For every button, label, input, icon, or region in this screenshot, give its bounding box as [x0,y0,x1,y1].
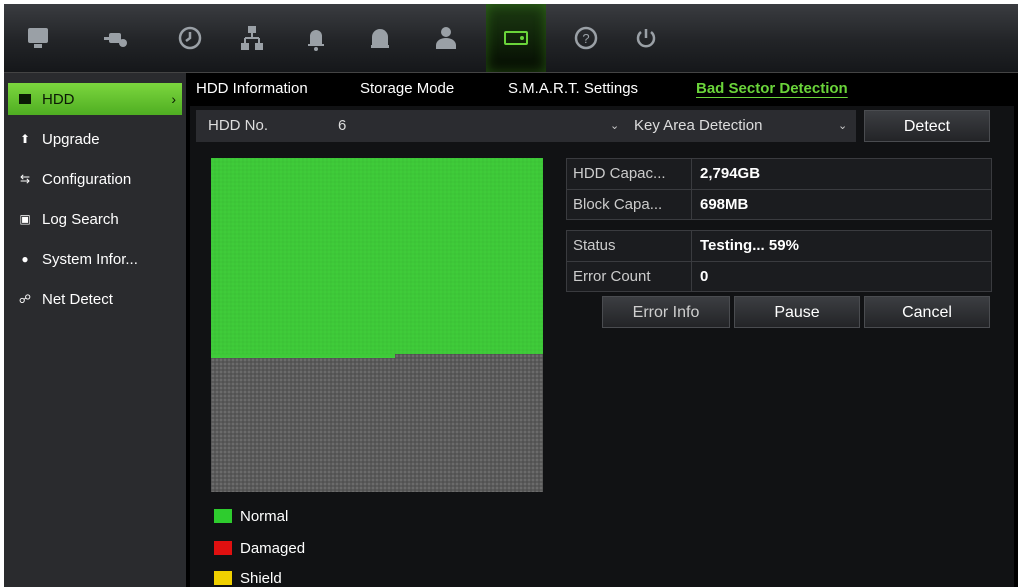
svg-text:?: ? [582,31,589,46]
configuration-icon: ⇆ [19,172,31,186]
legend-label: Damaged [240,539,306,557]
sidebar-item-label: Upgrade [42,130,100,148]
hdd-icon [14,93,36,105]
status-label: Status [573,237,616,254]
hdd-capacity-label: HDD Capac... [573,165,666,182]
block-capacity-label: Block Capa... [573,196,663,213]
upgrade-icon: ⬆ [19,132,31,146]
sidebar-item-log-search[interactable]: ▣ Log Search [8,203,182,235]
chevron-down-icon: ⌄ [610,120,620,132]
user-icon[interactable] [420,4,472,72]
legend-damaged: Damaged [214,536,305,560]
log-search-icon: ▣ [19,212,31,226]
chevron-right-icon: › [171,91,176,107]
sidebar-item-label: HDD [42,90,75,108]
detection-type-value: Key Area Detection [634,117,763,134]
sidebar-item-label: Log Search [42,210,119,228]
playback-clock-icon[interactable] [164,4,216,72]
error-count-label: Error Count [573,268,651,285]
legend-label: Shield [240,569,282,587]
tested-blocks [211,158,543,354]
sidebar-item-configuration[interactable]: ⇆ Configuration [8,163,182,195]
sidebar-item-upgrade[interactable]: ⬆ Upgrade [8,123,182,155]
alarm-bell-icon[interactable] [290,4,342,72]
bad-sector-panel: HDD No. 6 ⌄ Key Area Detection ⌄ Detect … [190,106,1014,587]
hdd-number-field[interactable]: HDD No. 6 ⌄ [196,110,626,142]
sidebar-item-net-detect[interactable]: ☍ Net Detect [8,283,182,315]
hdd-number-value: 6 [338,117,347,134]
legend-normal: Normal [214,504,288,528]
pause-button[interactable]: Pause [734,296,860,328]
hdd-capacity-value: 2,794GB [691,159,991,189]
tab-bad-sector-detection[interactable]: Bad Sector Detection [696,75,848,103]
error-count-row: Error Count 0 [567,262,991,292]
help-icon[interactable]: ? [560,4,612,72]
tested-blocks-partial [211,354,395,358]
cancel-button[interactable]: Cancel [864,296,990,328]
sector-map [211,158,543,492]
camera-settings-icon[interactable] [90,4,142,72]
hdd-number-label: HDD No. [208,117,269,134]
device-icon[interactable] [354,4,406,72]
tab-smart-settings[interactable]: S.M.A.R.T. Settings [508,75,638,103]
untested-blocks [211,354,543,492]
status-panel: Status Testing... 59% Error Count 0 [566,230,992,292]
damaged-swatch [214,541,232,555]
tab-bar: HDD Information Storage Mode S.M.A.R.T. … [190,75,1018,103]
block-capacity-row: Block Capa... 698MB [567,190,991,220]
shield-swatch [214,571,232,585]
detect-button[interactable]: Detect [864,110,990,142]
block-capacity-value: 698MB [691,190,991,220]
tab-storage-mode[interactable]: Storage Mode [360,75,454,103]
capacity-panel: HDD Capac... 2,794GB Block Capa... 698MB [566,158,992,220]
sidebar: HDD › ⬆ Upgrade ⇆ Configuration ▣ Log Se… [4,73,186,587]
chevron-down-icon: ⌄ [838,120,848,132]
status-value: Testing... 59% [691,231,991,261]
status-row: Status Testing... 59% [567,231,991,261]
live-view-icon[interactable] [12,4,64,72]
network-icon[interactable] [226,4,278,72]
sidebar-item-label: Net Detect [42,290,113,308]
sidebar-item-system-info[interactable]: ● System Infor... [8,243,182,275]
detection-type-select[interactable]: Key Area Detection ⌄ [626,110,856,142]
info-icon: ● [21,252,29,266]
legend-shield: Shield [214,566,282,587]
tab-hdd-information[interactable]: HDD Information [196,75,308,103]
normal-swatch [214,509,232,523]
legend-label: Normal [240,507,289,525]
sidebar-item-label: System Infor... [42,250,138,268]
hdd-capacity-row: HDD Capac... 2,794GB [567,159,991,189]
error-count-value: 0 [691,262,991,292]
main-toolbar: ? [4,4,1018,73]
sidebar-item-label: Configuration [42,170,132,188]
storage-hdd-icon[interactable] [486,4,546,72]
power-icon[interactable] [620,4,672,72]
sidebar-item-hdd[interactable]: HDD › [8,83,182,115]
net-detect-icon: ☍ [18,292,32,306]
error-info-button[interactable]: Error Info [602,296,730,328]
dvr-window: ? HDD › ⬆ Upgrade ⇆ Configuration ▣ Log … [4,4,1018,587]
sector-grid [211,158,543,492]
